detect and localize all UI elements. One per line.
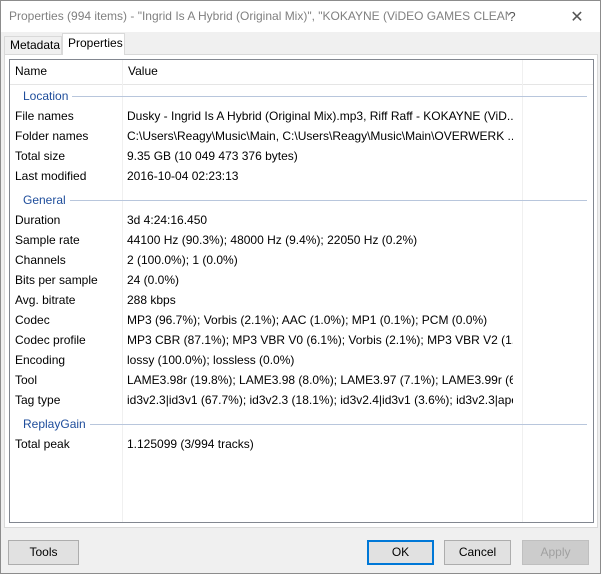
group-title: General [23,190,70,210]
property-name: Sample rate [15,233,80,247]
property-value: 44100 Hz (90.3%); 48000 Hz (9.4%); 22050… [127,233,418,247]
list-item[interactable]: Sample rate 44100 Hz (90.3%); 48000 Hz (… [10,230,593,250]
list-item[interactable]: Total size 9.35 GB (10 049 473 376 bytes… [10,146,593,166]
property-name: Avg. bitrate [15,293,76,307]
group-header-general: General [10,190,593,210]
property-value: 2 (100.0%); 1 (0.0%) [127,253,238,267]
tab-metadata[interactable]: Metadata [4,36,62,54]
group-header-location: Location [10,86,593,106]
property-name: File names [15,109,74,123]
property-name: Encoding [15,353,66,367]
window-title: Properties (994 items) - "Ingrid Is A Hy… [9,9,509,23]
property-name: Codec profile [15,333,86,347]
property-name: Total size [15,149,66,163]
property-name: Duration [15,213,61,227]
list-item[interactable]: Duration 3d 4:24:16.450 [10,210,593,230]
property-value: 2016-10-04 02:23:13 [127,169,239,183]
property-value: 9.35 GB (10 049 473 376 bytes) [127,149,298,163]
property-name: Folder names [15,129,89,143]
group-title: ReplayGain [23,414,90,434]
list-item[interactable]: Total peak 1.125099 (3/994 tracks) [10,434,593,454]
property-value: id3v2.3|id3v1 (67.7%); id3v2.3 (18.1%); … [127,393,513,407]
property-value: 288 kbps [127,293,176,307]
ok-button[interactable]: OK [367,540,434,565]
list-item[interactable]: Last modified 2016-10-04 02:23:13 [10,166,593,186]
group-title: Location [23,86,73,106]
apply-button: Apply [522,540,589,565]
property-value: MP3 (96.7%); Vorbis (2.1%); AAC (1.0%); … [127,313,488,327]
list-item[interactable]: Tool LAME3.98r (19.8%); LAME3.98 (8.0%);… [10,370,593,390]
tab-strip: Metadata Properties [4,33,599,55]
list-item[interactable]: Tag type id3v2.3|id3v1 (67.7%); id3v2.3 … [10,390,593,410]
property-value: 24 (0.0%) [127,273,180,287]
property-value: 1.125099 (3/994 tracks) [127,437,254,451]
list-item[interactable]: Codec profile MP3 CBR (87.1%); MP3 VBR V… [10,330,593,350]
property-name: Last modified [15,169,87,183]
tools-button[interactable]: Tools [8,540,79,565]
column-header-name[interactable]: Name [10,60,122,85]
list-item[interactable]: Channels 2 (100.0%); 1 (0.0%) [10,250,593,270]
property-value: C:\Users\Reagy\Music\Main, C:\Users\Reag… [127,129,513,143]
property-name: Bits per sample [15,273,98,287]
cancel-button[interactable]: Cancel [444,540,511,565]
property-name: Total peak [15,437,70,451]
column-header-value[interactable]: Value [123,60,517,85]
list-item[interactable]: File names Dusky - Ingrid Is A Hybrid (O… [10,106,593,126]
group-divider [23,96,587,97]
tab-properties[interactable]: Properties [62,33,125,55]
list-item[interactable]: Codec MP3 (96.7%); Vorbis (2.1%); AAC (1… [10,310,593,330]
list-item[interactable]: Encoding lossy (100.0%); lossless (0.0%) [10,350,593,370]
property-value: 3d 4:24:16.450 [127,213,208,227]
list-header: Name Value [10,60,593,85]
title-bar[interactable]: Properties (994 items) - "Ingrid Is A Hy… [1,1,600,32]
help-button[interactable]: ? [489,1,535,32]
group-header-replaygain: ReplayGain [10,414,593,434]
property-name: Codec [15,313,50,327]
group-divider [23,424,587,425]
property-value: Dusky - Ingrid Is A Hybrid (Original Mix… [127,109,513,123]
property-name: Tag type [15,393,61,407]
property-name: Channels [15,253,66,267]
list-item[interactable]: Avg. bitrate 288 kbps [10,290,593,310]
property-value: lossy (100.0%); lossless (0.0%) [127,353,295,367]
property-name: Tool [15,373,38,387]
properties-dialog: Properties (994 items) - "Ingrid Is A Hy… [0,0,601,574]
group-divider [23,200,587,201]
list-item[interactable]: Folder names C:\Users\Reagy\Music\Main, … [10,126,593,146]
property-value: LAME3.98r (19.8%); LAME3.98 (8.0%); LAME… [127,373,513,387]
list-item[interactable]: Bits per sample 24 (0.0%) [10,270,593,290]
close-button[interactable]: ✕ [554,1,600,32]
property-value: MP3 CBR (87.1%); MP3 VBR V0 (6.1%); Vorb… [127,333,513,347]
properties-panel: Name Value Location File names Dusky - I… [4,54,598,528]
properties-list[interactable]: Name Value Location File names Dusky - I… [9,59,594,523]
